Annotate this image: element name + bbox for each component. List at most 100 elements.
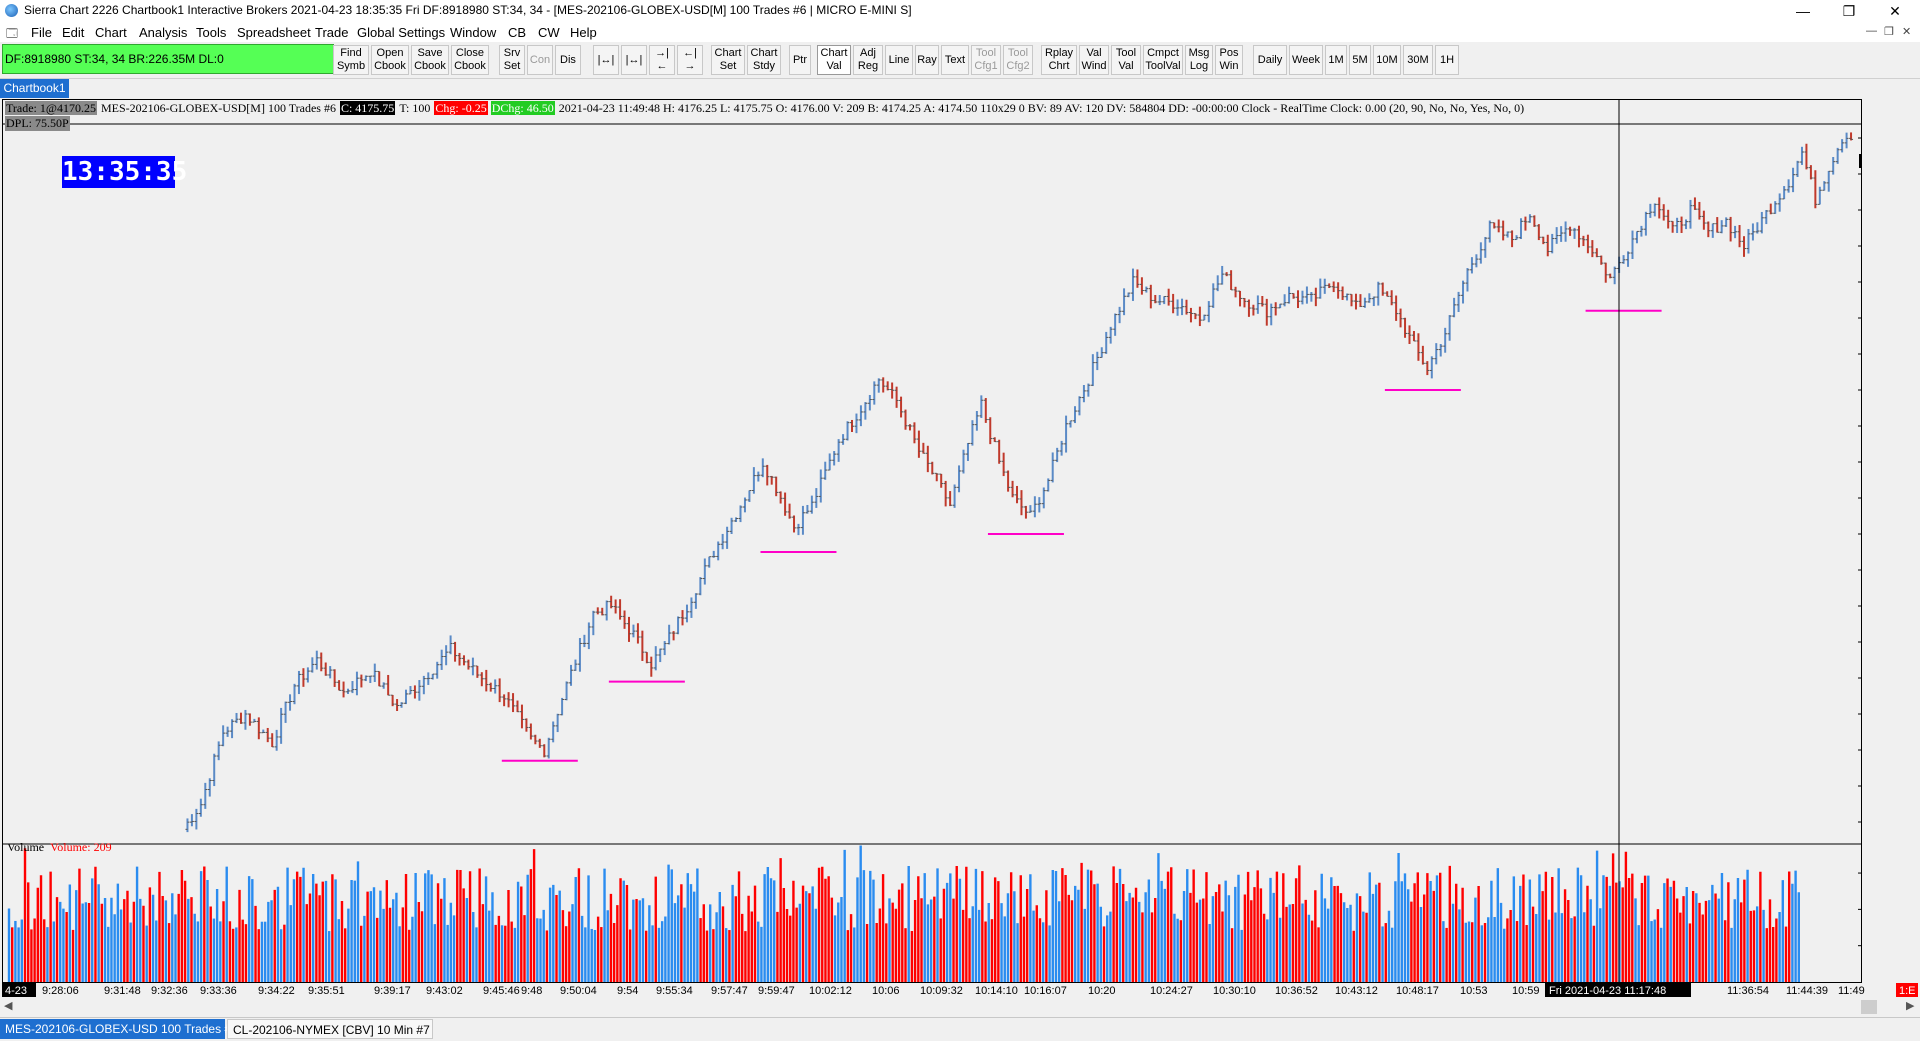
menu-cb[interactable]: CB bbox=[508, 25, 526, 40]
minimize-button[interactable]: — bbox=[1780, 0, 1826, 22]
menu-tools[interactable]: Tools bbox=[196, 25, 226, 40]
time-tick-label: 9:32:36 bbox=[151, 985, 188, 997]
price-axis: 4152.004153.004154.004155.004156.004157.… bbox=[1858, 137, 1861, 823]
trade-info: Trade: 1@4170.25 bbox=[5, 101, 97, 115]
menu-global-settings[interactable]: Global Settings bbox=[357, 25, 445, 40]
toolbar-button-[interactable]: →|← bbox=[649, 45, 675, 75]
time-tick-label: 10:02:12 bbox=[809, 985, 852, 997]
mdi-minimize-icon[interactable]: — bbox=[1866, 25, 1877, 37]
toolbar-button-cmpct-toolval[interactable]: Cmpct ToolVal bbox=[1143, 45, 1183, 75]
time-tick-label: 10:59 bbox=[1512, 985, 1540, 997]
connection-status-box: DF:8918980 ST:34, 34 BR:226.35M DL:0 bbox=[2, 44, 334, 74]
toolbar-button-con[interactable]: Con bbox=[527, 45, 553, 75]
crosshair-time-label: Fri 2021-04-23 11:17:48 bbox=[1549, 985, 1666, 997]
time-tick-label: 10:24:27 bbox=[1150, 985, 1193, 997]
toolbar-button-ray[interactable]: Ray bbox=[915, 45, 939, 75]
time-tick-label: 9:33:36 bbox=[200, 985, 237, 997]
menu-chart[interactable]: Chart bbox=[95, 25, 127, 40]
time-tick-label: 10:48:17 bbox=[1396, 985, 1439, 997]
toolbar-button-msg-log[interactable]: Msg Log bbox=[1185, 45, 1213, 75]
toolbar-button-save-cbook[interactable]: Save Cbook bbox=[411, 45, 449, 75]
tab-cl-chart[interactable]: CL-202106-NYMEX [CBV] 10 Min #7 bbox=[227, 1019, 433, 1039]
time-tick-label: 10:14:10 bbox=[975, 985, 1018, 997]
toolbar: DF:8918980 ST:34, 34 BR:226.35M DL:0 Fin… bbox=[0, 42, 1920, 79]
toolbar-button-[interactable]: |↔| bbox=[593, 45, 619, 75]
toolbar-button-find-symb[interactable]: Find Symb bbox=[333, 45, 369, 75]
clock-display: 13:35:35 bbox=[62, 156, 188, 188]
menu-trade[interactable]: Trade bbox=[315, 25, 348, 40]
scroll-right-icon[interactable]: ▶ bbox=[1906, 999, 1914, 1012]
time-tick-label: 9:59:47 bbox=[758, 985, 795, 997]
time-tick-label: 10:43:12 bbox=[1335, 985, 1378, 997]
time-tick-label: 9:54 bbox=[617, 985, 638, 997]
time-tick-label: 9:43:02 bbox=[426, 985, 463, 997]
toolbar-button-5m[interactable]: 5M bbox=[1349, 45, 1371, 75]
toolbar-button-dis[interactable]: Dis bbox=[555, 45, 581, 75]
toolbar-button-tool-val[interactable]: Tool Val bbox=[1111, 45, 1141, 75]
menu-window[interactable]: Window bbox=[450, 25, 496, 40]
toolbar-button-week[interactable]: Week bbox=[1289, 45, 1323, 75]
time-tick-label: 9:39:17 bbox=[374, 985, 411, 997]
time-tick-label: 9:48 bbox=[521, 985, 542, 997]
toolbar-button-30m[interactable]: 30M bbox=[1403, 45, 1433, 75]
menu-edit[interactable]: Edit bbox=[62, 25, 84, 40]
menu-analysis[interactable]: Analysis bbox=[139, 25, 187, 40]
trade-count: T: 100 bbox=[399, 101, 431, 115]
scroll-left-icon[interactable]: ◀ bbox=[4, 999, 12, 1012]
toolbar-button-line[interactable]: Line bbox=[885, 45, 913, 75]
close-button[interactable]: ✕ bbox=[1872, 0, 1918, 22]
toolbar-button-text[interactable]: Text bbox=[941, 45, 969, 75]
toolbar-button-tool-cfg2[interactable]: Tool Cfg2 bbox=[1003, 45, 1033, 75]
corner-label: 1:E bbox=[1899, 985, 1916, 997]
menu-cw[interactable]: CW bbox=[538, 25, 560, 40]
menu-help[interactable]: Help bbox=[570, 25, 597, 40]
bar-details: 2021-04-23 11:49:48 H: 4176.25 L: 4175.7… bbox=[558, 101, 1525, 115]
toolbar-button-1h[interactable]: 1H bbox=[1435, 45, 1459, 75]
price-bars bbox=[185, 132, 1854, 833]
time-tick-label: 11:49 bbox=[1838, 985, 1865, 997]
toolbar-button-chart-stdy[interactable]: Chart Stdy bbox=[747, 45, 781, 75]
time-tick-label: 10:36:52 bbox=[1275, 985, 1318, 997]
time-tick-label: 9:55:34 bbox=[656, 985, 693, 997]
time-tick-label: 10:53 bbox=[1460, 985, 1488, 997]
toolbar-button-pos-win[interactable]: Pos Win bbox=[1215, 45, 1243, 75]
menu-file[interactable]: File bbox=[31, 25, 52, 40]
toolbar-button-ptr[interactable]: Ptr bbox=[789, 45, 811, 75]
toolbar-button-1m[interactable]: 1M bbox=[1325, 45, 1347, 75]
date-label: 4-23 bbox=[5, 985, 27, 997]
chartbook-tab[interactable]: Chartbook1 bbox=[0, 79, 69, 98]
close-value: C: 4175.75 bbox=[339, 101, 396, 115]
time-tick-label: 10:06 bbox=[872, 985, 900, 997]
window-title: Sierra Chart 2226 Chartbook1 Interactive… bbox=[24, 3, 912, 17]
toolbar-button-daily[interactable]: Daily bbox=[1253, 45, 1287, 75]
toolbar-button-10m[interactable]: 10M bbox=[1373, 45, 1401, 75]
volume-axis: 100200300 bbox=[1858, 872, 1861, 947]
toolbar-button-val-wind[interactable]: Val Wind bbox=[1079, 45, 1109, 75]
chart-area[interactable]: 4152.004153.004154.004155.004156.004157.… bbox=[2, 99, 1862, 983]
toolbar-button-open-cbook[interactable]: Open Cbook bbox=[371, 45, 409, 75]
symbol-info: MES-202106-GLOBEX-USD[M] 100 Trades #6 bbox=[100, 101, 336, 115]
toolbar-button-adj-reg[interactable]: Adj Reg bbox=[853, 45, 883, 75]
mdi-close-icon[interactable]: ✕ bbox=[1902, 25, 1911, 38]
mdi-restore-icon[interactable]: ❐ bbox=[1884, 25, 1894, 38]
volume-current: Volume: 209 bbox=[50, 840, 112, 854]
toolbar-button-close-cbook[interactable]: Close Cbook bbox=[451, 45, 489, 75]
time-tick-label: 11:36:54 bbox=[1727, 985, 1769, 997]
toolbar-button-tool-cfg1[interactable]: Tool Cfg1 bbox=[971, 45, 1001, 75]
time-tick-label: 9:35:51 bbox=[308, 985, 345, 997]
scroll-thumb[interactable] bbox=[1861, 1000, 1877, 1014]
toolbar-button-[interactable]: |↔| bbox=[621, 45, 647, 75]
toolbar-button-[interactable]: ←|→ bbox=[677, 45, 703, 75]
restore-button[interactable]: ❐ bbox=[1826, 0, 1872, 22]
volume-bars bbox=[7, 845, 1800, 982]
menu-spreadsheet[interactable]: Spreadsheet bbox=[237, 25, 311, 40]
toolbar-button-srv-set[interactable]: Srv Set bbox=[499, 45, 525, 75]
tab-mes-chart[interactable]: MES-202106-GLOBEX-USD 100 Trades #6 bbox=[0, 1019, 238, 1039]
toolbar-button-rplay-chrt[interactable]: Rplay Chrt bbox=[1041, 45, 1077, 75]
toolbar-button-chart-val[interactable]: Chart Val bbox=[817, 45, 851, 75]
time-axis: 4-23 9:28:06 9:31:48 9:32:36 9:33:36 9:34:22 9… bbox=[2, 983, 1918, 997]
toolbar-button-chart-set[interactable]: Chart Set bbox=[711, 45, 745, 75]
horizontal-scrollbar[interactable]: ◀ ▶ bbox=[0, 998, 1920, 1016]
time-tick-label: 9:45:46 bbox=[483, 985, 520, 997]
price-volume-chart[interactable]: 4152.004153.004154.004155.004156.004157.… bbox=[3, 100, 1861, 982]
